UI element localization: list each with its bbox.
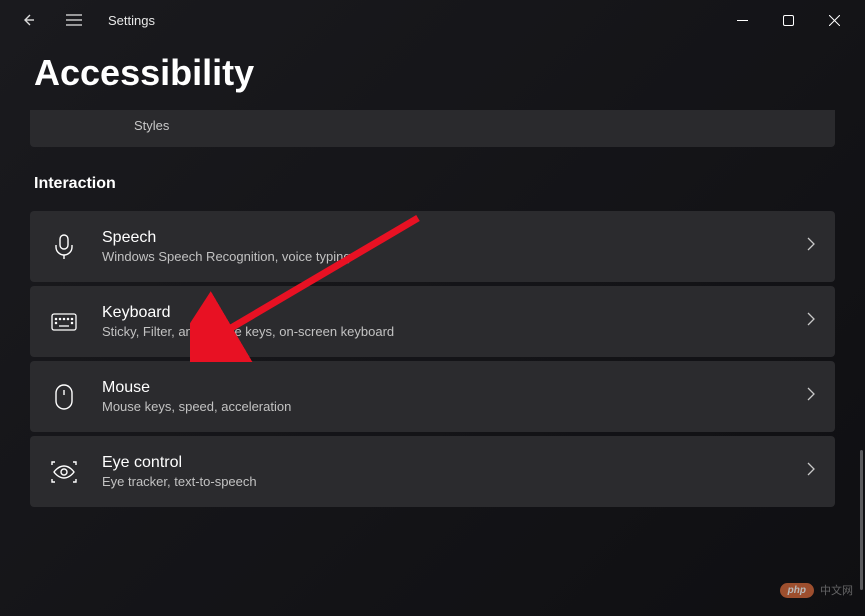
- watermark-text: 中文网: [820, 582, 853, 598]
- card-title: Eye control: [102, 454, 783, 472]
- back-button[interactable]: [8, 0, 48, 40]
- chevron-right-icon: [807, 387, 815, 406]
- maximize-button[interactable]: [765, 1, 811, 39]
- app-title: Settings: [108, 13, 155, 28]
- card-eye-control[interactable]: Eye control Eye tracker, text-to-speech: [30, 436, 835, 507]
- close-icon: [829, 15, 840, 26]
- back-arrow-icon: [20, 12, 36, 28]
- title-bar-left: Settings: [8, 0, 155, 40]
- card-text: Eye control Eye tracker, text-to-speech: [102, 454, 783, 489]
- eye-icon: [50, 458, 78, 486]
- card-mouse[interactable]: Mouse Mouse keys, speed, acceleration: [30, 361, 835, 432]
- maximize-icon: [783, 15, 794, 26]
- card-text: Keyboard Sticky, Filter, and Toggle keys…: [102, 304, 783, 339]
- minimize-button[interactable]: [719, 1, 765, 39]
- nav-menu-button[interactable]: [54, 0, 94, 40]
- partial-card-subtitle: Styles: [134, 118, 169, 133]
- chevron-right-icon: [807, 237, 815, 256]
- content-area: Styles Interaction Speech Windows Speech…: [0, 110, 865, 507]
- chevron-right-icon: [807, 462, 815, 481]
- hamburger-icon: [66, 14, 82, 26]
- partial-card-captions[interactable]: Styles: [30, 110, 835, 147]
- card-subtitle: Eye tracker, text-to-speech: [102, 474, 783, 489]
- chevron-right-icon: [807, 312, 815, 331]
- watermark-badge: php: [780, 583, 814, 598]
- scrollbar[interactable]: [860, 450, 863, 590]
- card-text: Mouse Mouse keys, speed, acceleration: [102, 379, 783, 414]
- title-bar: Settings: [0, 0, 865, 40]
- card-subtitle: Sticky, Filter, and Toggle keys, on-scre…: [102, 324, 783, 339]
- minimize-icon: [737, 15, 748, 26]
- card-title: Speech: [102, 229, 783, 247]
- close-button[interactable]: [811, 1, 857, 39]
- keyboard-icon: [50, 308, 78, 336]
- card-speech[interactable]: Speech Windows Speech Recognition, voice…: [30, 211, 835, 282]
- card-title: Keyboard: [102, 304, 783, 322]
- window-controls: [719, 1, 857, 39]
- microphone-icon: [50, 233, 78, 261]
- card-keyboard[interactable]: Keyboard Sticky, Filter, and Toggle keys…: [30, 286, 835, 357]
- card-text: Speech Windows Speech Recognition, voice…: [102, 229, 783, 264]
- mouse-icon: [50, 383, 78, 411]
- card-title: Mouse: [102, 379, 783, 397]
- page-title: Accessibility: [0, 40, 865, 110]
- watermark: php 中文网: [780, 582, 853, 598]
- card-subtitle: Mouse keys, speed, acceleration: [102, 399, 783, 414]
- card-subtitle: Windows Speech Recognition, voice typing: [102, 249, 783, 264]
- section-header-interaction: Interaction: [30, 175, 835, 193]
